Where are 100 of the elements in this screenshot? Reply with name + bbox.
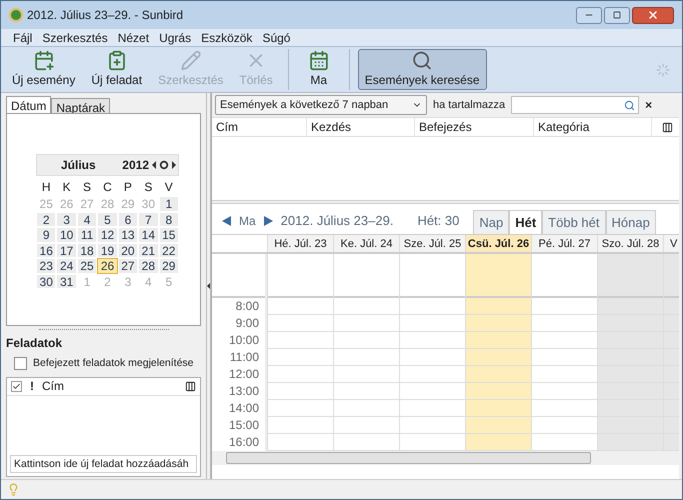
day-cell[interactable]: 13 [118,227,138,242]
check-icon [11,380,22,392]
weekday-label: P [122,179,133,196]
day-cell[interactable]: 3 [56,212,77,227]
weekday-label: S [82,179,92,196]
day-cell[interactable]: 5 [97,212,118,227]
day-column[interactable] [531,254,597,451]
day-cell[interactable]: 26 [97,258,118,274]
day-cell[interactable]: 11 [76,227,98,242]
weekday-label: H [40,179,52,196]
day-cell[interactable]: 2 [36,212,56,227]
day-cell[interactable]: 17 [56,242,77,258]
week-number-label: Hét: 30 [417,212,460,230]
hour-label: 12:00 [228,366,260,383]
previous-arrow-icon[interactable] [222,216,231,226]
year-label: 2012 [122,157,149,174]
window-title: 2012. Július 23–29. - Sunbird [27,7,184,24]
weekday-label: K [62,179,72,196]
minimize-button[interactable] [576,6,602,24]
splitter-arrow-icon [207,283,210,289]
toolbar-button[interactable]: Ma [296,49,341,90]
hour-label: 9:00 [234,315,260,332]
maximize-button[interactable] [604,6,630,24]
day-header[interactable]: Ke. Júl. 24 [333,235,399,252]
column-header[interactable]: Cím [212,118,307,136]
day-cell[interactable]: 1 [158,196,179,212]
view-tab[interactable]: Hét [509,210,542,234]
day-cell[interactable]: 23 [36,258,56,274]
day-header[interactable]: Pé. Júl. 27 [531,235,597,252]
day-cell[interactable]: 9 [36,227,56,242]
day-cell[interactable]: 15 [158,227,179,242]
day-cell[interactable]: 12 [97,227,118,242]
day-header[interactable]: V [663,235,679,252]
day-header[interactable]: Hé. Júl. 23 [267,235,333,252]
toolbar-button[interactable]: Új esemény [5,49,82,90]
day-column[interactable] [333,254,399,451]
day-cell[interactable]: 31 [56,274,77,289]
hour-label: 10:00 [228,332,260,349]
column-header[interactable]: Kategória [534,118,652,136]
view-tab[interactable]: Hónap [606,210,656,234]
search-field[interactable] [511,96,640,114]
date-range-label: 2012. Július 23–29. [280,212,394,230]
day-cell[interactable]: 21 [138,242,159,258]
day-cell[interactable]: 24 [56,258,77,274]
spinner-icon [656,62,670,76]
checkbox[interactable] [14,357,27,370]
range-dropdown[interactable]: Események a következő 7 napban [215,95,427,115]
today-link[interactable]: Ma [239,212,256,230]
horizontal-scrollbar[interactable] [212,451,679,465]
day-cell[interactable]: 30 [36,274,56,289]
day-cell[interactable]: 10 [56,227,77,242]
day-cell[interactable]: 19 [97,242,118,258]
tasks-heading: Feladatok [6,335,64,352]
filter-label: ha tartalmazza [433,98,506,113]
column-picker-icon[interactable] [185,380,196,392]
maximize-icon [613,11,621,19]
next-arrow-icon[interactable] [264,216,273,226]
day-cell[interactable]: 14 [138,227,159,242]
day-header[interactable]: Sze. Júl. 25 [399,235,465,252]
view-tab[interactable]: Több hét [542,210,606,234]
hour-label: 16:00 [228,434,260,451]
menu-item[interactable]: Ugrás [159,28,192,46]
sidebar-tab[interactable]: Dátum [6,96,52,113]
weekday-label: C [102,179,113,196]
weekday-label: S [143,179,154,196]
close-icon [647,9,659,21]
new-task-field[interactable]: Kattintson ide új feladat hozzáadásáh [10,454,197,473]
day-header[interactable]: Szo. Júl. 28 [597,235,663,252]
view-tab[interactable]: Nap [473,210,510,234]
column-header[interactable]: Kezdés [307,118,415,136]
menu-item[interactable]: Eszközök [201,28,252,46]
column-header[interactable]: Cím [42,377,64,396]
day-column[interactable] [267,254,333,451]
day-cell[interactable]: 25 [76,258,98,274]
day-column[interactable] [399,254,465,451]
toolbar-button[interactable]: Események keresése [358,49,486,90]
day-cell[interactable]: 7 [138,212,159,227]
day-cell[interactable]: 16 [36,242,56,258]
app-logo-icon [9,8,23,22]
day-column[interactable] [597,254,663,451]
day-cell[interactable]: 27 [118,258,138,274]
menu-item[interactable]: Szerkesztés [42,28,108,46]
menu-item[interactable]: Súgó [262,28,290,46]
column-header[interactable]: ! [30,377,34,396]
search-icon [624,100,636,110]
day-column[interactable] [663,254,679,451]
calendar-plus-icon [32,50,55,71]
column-picker-icon[interactable] [662,122,673,132]
menu-item[interactable]: Nézet [118,28,150,46]
close-button[interactable]: × [645,96,652,114]
close-button[interactable] [632,6,674,24]
day-cell[interactable]: 29 [158,258,179,274]
day-column[interactable] [465,254,531,451]
day-header[interactable]: Csü. Júl. 26 [465,235,531,252]
column-header[interactable]: Befejezés [415,118,534,136]
sidebar-tab[interactable]: Naptárak [51,98,110,113]
toolbar-button[interactable]: Új feladat [84,49,150,90]
day-cell[interactable]: 28 [138,258,159,274]
weekday-label: V [164,179,174,196]
menu-item[interactable]: Fájl [13,28,32,46]
